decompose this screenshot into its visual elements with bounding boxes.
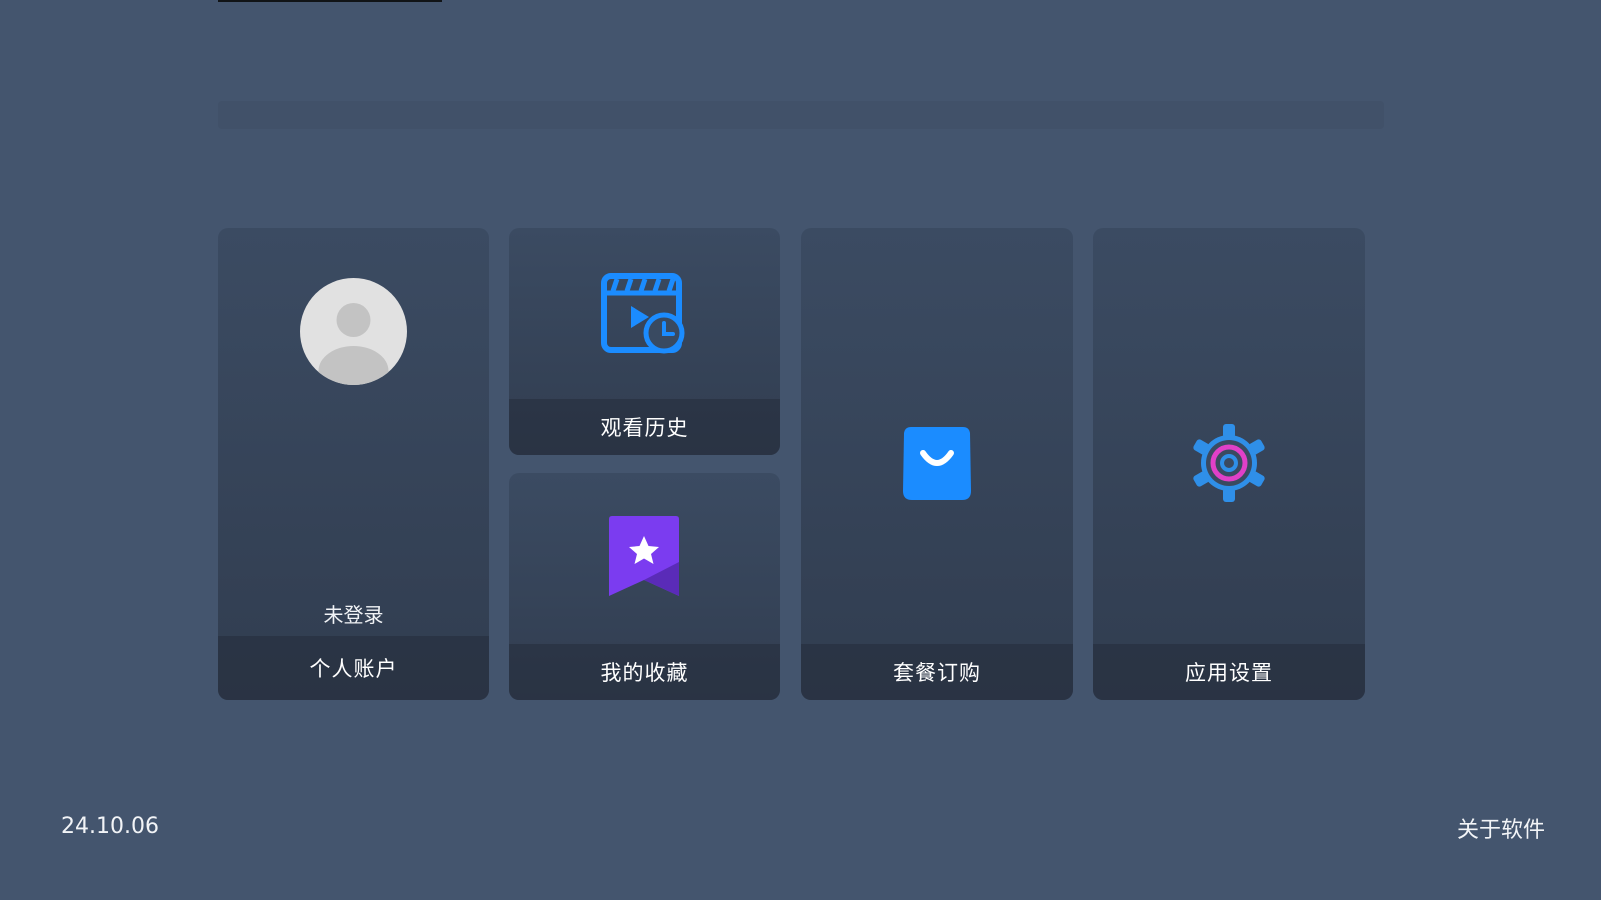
login-status: 未登录 [323, 603, 384, 627]
gear-icon [1191, 422, 1267, 504]
plans-tile[interactable]: 套餐订购 [801, 228, 1073, 700]
account-tile[interactable]: 未登录 个人账户 [218, 228, 489, 700]
avatar-placeholder-icon [300, 278, 407, 385]
video-history-icon [601, 271, 687, 357]
history-tile[interactable]: 观看历史 [509, 228, 780, 455]
about-software-link[interactable]: 关于软件 [1457, 812, 1545, 844]
plans-tile-label: 套餐订购 [801, 644, 1073, 700]
version-label: 24.10.06 [61, 814, 159, 839]
favorites-tile[interactable]: 我的收藏 [509, 473, 780, 700]
settings-tile-label: 应用设置 [1093, 644, 1365, 700]
top-banner-placeholder [218, 101, 1384, 129]
history-tile-label: 观看历史 [509, 399, 780, 455]
favorites-tile-label: 我的收藏 [509, 644, 780, 700]
home-screen: 未登录 个人账户 观看历史 我的收藏 套餐订购 应用设置 24.10.06 关于… [0, 0, 1601, 900]
top-indicator-line [218, 0, 442, 2]
account-tile-label: 个人账户 [218, 636, 489, 700]
shopping-bag-icon [903, 427, 971, 500]
settings-tile[interactable]: 应用设置 [1093, 228, 1365, 700]
bookmark-star-icon [607, 516, 681, 598]
